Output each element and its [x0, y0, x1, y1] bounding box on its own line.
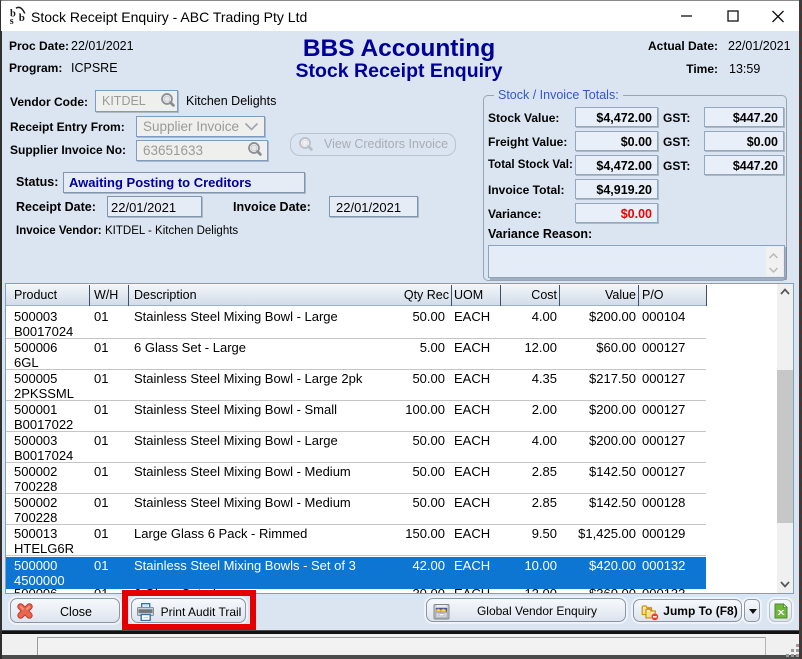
svg-text:s: s	[10, 16, 14, 26]
svg-text:b: b	[19, 12, 25, 24]
